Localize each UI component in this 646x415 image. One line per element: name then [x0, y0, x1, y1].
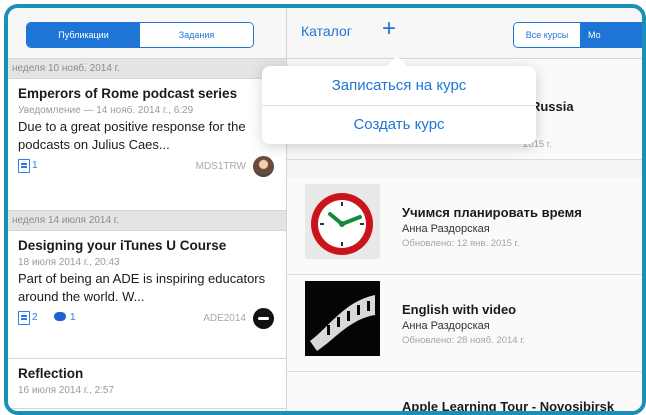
feed-item-footer: 2 1 ADE2014 [18, 308, 280, 330]
tab-assignments[interactable]: Задания [140, 23, 253, 47]
feed-item-title: Emperors of Rome podcast series [18, 86, 238, 101]
courses-segmented-control: Все курсы Мо [513, 22, 642, 48]
course-author: Анна Раздорская [402, 223, 490, 235]
feed-item-footer: 1 MDS1TRW [18, 156, 280, 178]
feed-item-title: Designing your iTunes U Course [18, 238, 227, 253]
feed-toolbar: Публикации Задания [8, 8, 286, 59]
feed-item[interactable]: Reflection 16 июля 2014 г., 2:57 [8, 359, 286, 409]
assignment-count: 1 [32, 160, 38, 171]
app-frame: Публикации Задания неделя 10 нояб. 2014 … [4, 4, 646, 415]
popover-divider [262, 105, 536, 106]
feed-item[interactable]: Designing your iTunes U Course 18 июля 2… [8, 231, 286, 359]
course-title: Apple Learning Tour - Novosibirsk [402, 399, 615, 414]
feed-item-body: Part of being an ADE is inspiring educat… [18, 271, 266, 304]
feed-panel: Публикации Задания неделя 10 нояб. 2014 … [8, 8, 287, 411]
tab-all-courses[interactable]: Все курсы [514, 23, 580, 47]
course-updated: Обновлено: 12 янв. 2015 г. [402, 238, 520, 249]
course-code: MDS1TRW [195, 161, 246, 172]
avatar [253, 308, 274, 329]
catalog-toolbar: Каталог + Все курсы Мо [287, 8, 642, 59]
week-header: неделя 14 июля 2014 г. [8, 211, 286, 231]
chat-icon [54, 312, 66, 321]
assignment-icon [18, 311, 30, 325]
clock-icon [305, 184, 380, 259]
course-code: ADE2014 [203, 313, 246, 324]
feed-item-meta: Уведомление — 14 нояб. 2014 г., 6:29 [18, 105, 194, 116]
plus-icon[interactable]: + [382, 17, 396, 41]
tab-my-courses[interactable]: Мо [580, 23, 642, 47]
feed-item-meta: 16 июля 2014 г., 2:57 [18, 385, 115, 396]
feed-segmented-control: Публикации Задания [26, 22, 254, 48]
feed-item-meta: 18 июля 2014 г., 20:43 [18, 257, 120, 268]
course-title: English with video [402, 302, 517, 317]
tab-publications[interactable]: Публикации [27, 23, 140, 47]
course-updated: Обновлено: 28 нояб. 2014 г. [402, 335, 526, 346]
course-thumbnail [305, 184, 380, 259]
assignment-icon [18, 159, 30, 173]
feed-item-title: Reflection [18, 366, 84, 381]
course-author: Анна Раздорская [402, 320, 490, 332]
week-header: неделя 10 нояб. 2014 г. [8, 59, 286, 79]
feed-item[interactable]: Emperors of Rome podcast series Уведомле… [8, 79, 286, 211]
create-course-option[interactable]: Создать курс [262, 116, 536, 133]
assignment-count: 2 [32, 312, 38, 323]
course-row[interactable]: English with video Анна Раздорская Обнов… [287, 275, 642, 372]
add-course-popover: Записаться на курс Создать курс [262, 66, 536, 144]
catalog-button[interactable]: Каталог [301, 23, 352, 39]
enroll-course-option[interactable]: Записаться на курс [262, 77, 536, 94]
course-row[interactable]: Apple Learning Tour - Novosibirsk [287, 372, 642, 414]
chat-count: 1 [70, 312, 76, 323]
film-strip-icon [305, 281, 380, 356]
course-title: Учимся планировать время [402, 205, 582, 220]
course-thumbnail [305, 281, 380, 356]
feed-item-body: Due to a great positive response for the… [18, 119, 246, 152]
course-row[interactable]: Учимся планировать время Анна Раздорская… [287, 178, 642, 275]
avatar [253, 156, 274, 177]
